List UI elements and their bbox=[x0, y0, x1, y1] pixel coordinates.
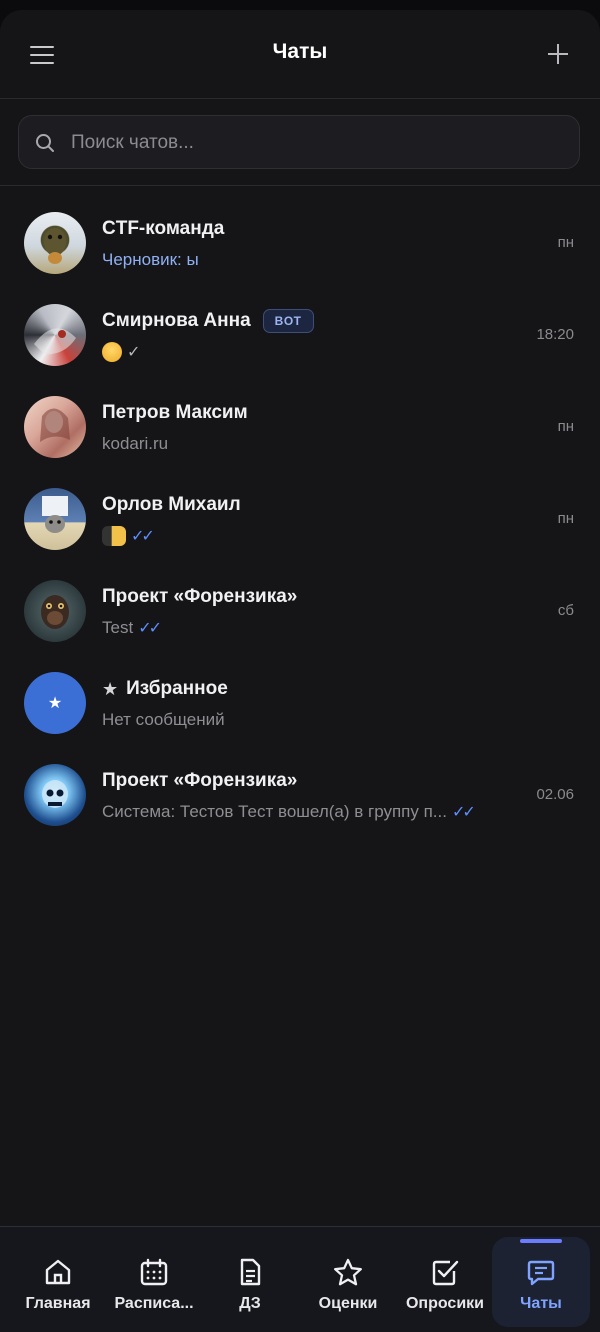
avatar bbox=[24, 304, 86, 366]
nav-home[interactable]: Главная bbox=[10, 1227, 106, 1332]
favorites-avatar: ★ bbox=[24, 672, 86, 734]
chat-name: Орлов Михаил bbox=[102, 494, 241, 515]
new-chat-plus-icon[interactable] bbox=[546, 42, 570, 66]
read-checks-icon: ✓✓ bbox=[131, 528, 155, 545]
chat-time: пн bbox=[557, 234, 574, 251]
chat-name: Проект «Форензика» bbox=[102, 770, 298, 791]
bot-badge: BOT bbox=[262, 309, 314, 333]
chat-icon bbox=[527, 1260, 555, 1286]
chat-time: пн bbox=[557, 510, 574, 527]
chat-time: сб bbox=[557, 602, 574, 619]
chat-row-forensics-project-2[interactable]: Проект «Форензика» Система: Тестов Тест … bbox=[0, 748, 600, 840]
avatar bbox=[24, 212, 86, 274]
favorites-star-icon: ★ bbox=[102, 678, 119, 699]
last-message: Нет сообщений bbox=[102, 710, 225, 729]
checkbox-icon bbox=[432, 1260, 459, 1286]
last-message: Test bbox=[102, 618, 134, 637]
last-message: kodari.ru bbox=[102, 434, 169, 453]
chat-preview: kodari.ru bbox=[102, 432, 168, 456]
chat-name: Избранное bbox=[126, 678, 228, 699]
calendar-icon bbox=[140, 1258, 168, 1286]
gesture-emoji-icon bbox=[102, 526, 126, 546]
document-icon bbox=[240, 1258, 261, 1286]
nav-label: Расписа... bbox=[114, 1295, 194, 1312]
nav-label: Главная bbox=[25, 1295, 91, 1312]
bottom-nav: Главная Расписа... ДЗ Оценки Опросики Ча… bbox=[0, 1226, 600, 1332]
face-emoji-icon bbox=[102, 342, 122, 362]
star-icon bbox=[334, 1258, 362, 1286]
read-checks-icon: ✓✓ bbox=[451, 804, 476, 821]
avatar bbox=[24, 580, 86, 642]
nav-label: ДЗ bbox=[239, 1295, 261, 1312]
search-bar bbox=[0, 99, 600, 186]
chat-preview: ✓ bbox=[102, 340, 140, 364]
chat-name: Смирнова Анна bbox=[102, 310, 251, 331]
page-title: Чаты bbox=[272, 40, 328, 63]
chat-time: 02.06 bbox=[536, 786, 574, 803]
home-icon bbox=[45, 1259, 71, 1285]
search-box bbox=[18, 115, 580, 170]
chat-preview: Система: Тестов Тест вошел(а) в группу п… bbox=[102, 800, 476, 824]
nav-label: Оценки bbox=[318, 1295, 378, 1312]
active-tab-indicator bbox=[520, 1239, 562, 1243]
nav-homework[interactable]: ДЗ bbox=[202, 1227, 298, 1332]
nav-chats[interactable]: Чаты bbox=[492, 1237, 590, 1327]
nav-polls[interactable]: Опросики bbox=[398, 1227, 492, 1332]
draft-text: Черновик: ы bbox=[102, 250, 199, 269]
chat-name: CTF-команда bbox=[102, 218, 225, 239]
top-bar: Чаты bbox=[0, 10, 600, 99]
chat-row-ctf-team[interactable]: CTF-команда Черновик: ы пн bbox=[0, 196, 600, 288]
sent-check-icon: ✓ bbox=[127, 344, 141, 361]
nav-grades[interactable]: Оценки bbox=[298, 1227, 398, 1332]
chat-row-smirnova-anna[interactable]: Смирнова Анна BOT ✓ 18:20 bbox=[0, 288, 600, 380]
last-message: Система: Тестов Тест вошел(а) в группу п… bbox=[102, 802, 447, 821]
chat-name: Петров Максим bbox=[102, 402, 248, 423]
avatar bbox=[24, 488, 86, 550]
chat-row-favorites[interactable]: ★ ★ Избранное Нет сообщений bbox=[0, 656, 600, 748]
chat-row-forensics-project[interactable]: Проект «Форензика» Test ✓✓ сб bbox=[0, 564, 600, 656]
avatar bbox=[24, 396, 86, 458]
chat-preview: Нет сообщений bbox=[102, 708, 225, 732]
chat-row-petrov-maksim[interactable]: Петров Максим kodari.ru пн bbox=[0, 380, 600, 472]
chat-time: 18:20 bbox=[536, 326, 574, 343]
chat-list: CTF-команда Черновик: ы пн Смирнова Анна… bbox=[0, 196, 600, 840]
search-input[interactable] bbox=[69, 116, 563, 170]
chat-preview: Test ✓✓ bbox=[102, 616, 162, 640]
chat-name: Проект «Форензика» bbox=[102, 586, 298, 607]
nav-label: Чаты bbox=[520, 1295, 562, 1312]
chat-time: пн bbox=[557, 418, 574, 435]
nav-label: Опросики bbox=[405, 1295, 485, 1312]
chat-preview: ✓✓ bbox=[102, 524, 155, 548]
chat-preview: Черновик: ы bbox=[102, 248, 199, 272]
search-icon bbox=[36, 134, 54, 152]
read-checks-icon: ✓✓ bbox=[138, 620, 162, 637]
chats-screen: Чаты CTF-команда Черновик: ы пн bbox=[0, 10, 600, 1332]
star-icon: ★ bbox=[47, 695, 63, 712]
avatar bbox=[24, 764, 86, 826]
nav-schedule[interactable]: Расписа... bbox=[106, 1227, 202, 1332]
chat-row-orlov-mikhail[interactable]: Орлов Михаил ✓✓ пн bbox=[0, 472, 600, 564]
